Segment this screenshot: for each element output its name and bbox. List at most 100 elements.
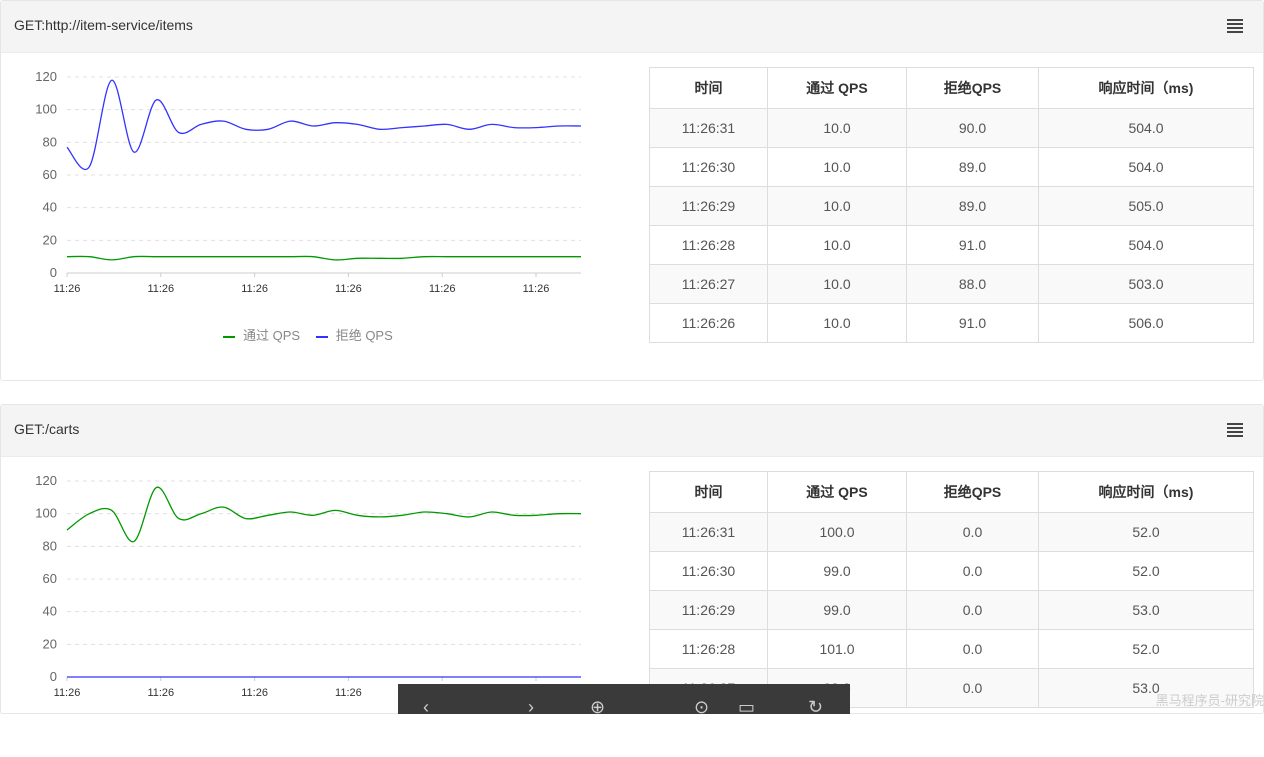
qps-line-chart: 0 20 40 60 80 100 120 11:26 11:26 11:26 11:26 11:26…	[35, 69, 582, 295]
cell-pass-qps: 99.0	[767, 590, 907, 630]
cell-response-time: 503.0	[1038, 264, 1254, 304]
legend-reject-qps[interactable]: 拒绝 QPS	[315, 325, 393, 344]
y-tick-label: 20	[43, 232, 57, 247]
chart-legend: 通过 QPS 拒绝 QPS	[223, 325, 405, 344]
cell-time: 11:26:27	[649, 264, 768, 304]
cell-response-time: 504.0	[1038, 147, 1254, 187]
header-time: 时间	[649, 471, 768, 513]
cell-reject-qps: 0.0	[906, 512, 1039, 552]
table-row: 11:26:29 10.0 89.0 505.0	[649, 186, 1254, 226]
cell-response-time: 52.0	[1038, 551, 1254, 591]
watermark: 黑马程序员-研究院	[1155, 693, 1264, 708]
panel-title: GET:http://item-service/items	[14, 17, 193, 33]
menu-icon[interactable]	[1227, 19, 1243, 33]
cell-pass-qps: 10.0	[767, 225, 907, 265]
y-tick-label: 40	[43, 200, 57, 215]
table-row: 11:26:31 100.0 0.0 52.0	[649, 512, 1254, 552]
cell-response-time: 52.0	[1038, 629, 1254, 669]
panel-title: GET:/carts	[14, 421, 80, 437]
cell-pass-qps: 100.0	[767, 512, 907, 552]
header-pass-qps: 通过 QPS	[767, 471, 907, 513]
x-tick-label: 11:26	[241, 687, 268, 699]
legend-reject-label: 拒绝 QPS	[335, 328, 393, 343]
image-viewer-toolbar: ‹ › ⊕ ⊙ ▭ ↻	[398, 684, 850, 717]
menu-icon[interactable]	[1227, 423, 1243, 437]
y-tick-label: 120	[35, 69, 57, 84]
x-tick-label: 11:26	[241, 283, 268, 295]
header-pass-qps: 通过 QPS	[767, 67, 907, 109]
cell-reject-qps: 89.0	[906, 147, 1039, 187]
y-tick-label: 0	[50, 265, 57, 280]
cell-reject-qps: 0.0	[906, 668, 1039, 708]
x-tick-label: 11:26	[335, 283, 362, 295]
panel-carts: GET:/carts 0 20 40 60 80 100 120 11:26 11:26 11:2…	[0, 404, 1264, 714]
cell-reject-qps: 88.0	[906, 264, 1039, 304]
cell-reject-qps: 0.0	[906, 629, 1039, 669]
header-reject-qps: 拒绝QPS	[906, 67, 1039, 109]
zoom-icon[interactable]: ⊕	[590, 697, 605, 718]
y-tick-label: 100	[35, 102, 57, 117]
cell-pass-qps: 10.0	[767, 108, 907, 148]
x-tick-label: 11:26	[335, 687, 362, 699]
cell-reject-qps: 0.0	[906, 590, 1039, 630]
cell-pass-qps: 99.0	[767, 551, 907, 591]
x-tick-label: 11:26	[54, 687, 81, 699]
header-response-time: 响应时间（ms)	[1038, 471, 1254, 513]
panel-item-service: GET:http://item-service/items 0 20 40 60 80 1…	[0, 0, 1264, 381]
cell-time: 11:26:31	[649, 108, 768, 148]
cell-reject-qps: 91.0	[906, 303, 1039, 343]
rotate-icon[interactable]: ↻	[808, 697, 823, 718]
x-tick-label: 11:26	[147, 687, 174, 699]
y-tick-label: 120	[35, 473, 57, 488]
cell-time: 11:26:29	[649, 186, 768, 226]
cell-reject-qps: 0.0	[906, 551, 1039, 591]
cell-time: 11:26:26	[649, 303, 768, 343]
y-tick-label: 80	[43, 134, 57, 149]
header-reject-qps: 拒绝QPS	[906, 471, 1039, 513]
cell-time: 11:26:29	[649, 590, 768, 630]
next-icon[interactable]: ›	[528, 697, 534, 718]
y-tick-label: 60	[43, 571, 57, 586]
cell-pass-qps: 10.0	[767, 186, 907, 226]
table-row: 11:26:30 99.0 0.0 52.0	[649, 551, 1254, 591]
fullscreen-icon[interactable]: ▭	[738, 697, 755, 718]
table-row: 11:26:29 99.0 0.0 53.0	[649, 590, 1254, 630]
fit-icon[interactable]: ⊙	[694, 697, 709, 718]
table-row: 11:26:31 10.0 90.0 504.0	[649, 108, 1254, 148]
x-tick-label: 11:26	[429, 283, 456, 295]
y-tick-label: 0	[50, 669, 57, 684]
cell-response-time: 504.0	[1038, 108, 1254, 148]
cell-time: 11:26:28	[649, 225, 768, 265]
cell-reject-qps: 91.0	[906, 225, 1039, 265]
legend-pass-qps[interactable]: 通过 QPS	[223, 325, 300, 344]
cell-reject-qps: 90.0	[906, 108, 1039, 148]
header-time: 时间	[649, 67, 768, 109]
panel-header: GET:/carts	[1, 405, 1263, 457]
cell-pass-qps: 10.0	[767, 264, 907, 304]
cell-time: 11:26:30	[649, 551, 768, 591]
cell-pass-qps: 10.0	[767, 147, 907, 187]
y-tick-label: 60	[43, 167, 57, 182]
cell-pass-qps: 10.0	[767, 303, 907, 343]
panel-header: GET:http://item-service/items	[1, 1, 1263, 53]
cell-pass-qps: 101.0	[767, 629, 907, 669]
legend-pass-label: 通过 QPS	[243, 328, 301, 343]
x-tick-label: 11:26	[147, 283, 174, 295]
y-tick-label: 20	[43, 636, 57, 651]
cell-response-time: 53.0	[1038, 590, 1254, 630]
y-tick-label: 40	[43, 604, 57, 619]
reject-qps-line	[66, 79, 582, 170]
pass-qps-line	[66, 255, 581, 261]
x-tick-label: 11:26	[523, 283, 550, 295]
table-row: 11:26:28 101.0 0.0 52.0	[649, 629, 1254, 669]
cell-response-time: 52.0	[1038, 512, 1254, 552]
y-tick-label: 100	[35, 506, 57, 521]
qps-table: 时间 通过 QPS 拒绝QPS 响应时间（ms) 11:26:31 10.0 90.…	[649, 67, 1254, 343]
cell-time: 11:26:31	[649, 512, 768, 552]
table-row: 11:26:26 10.0 91.0 506.0	[649, 303, 1254, 343]
prev-icon[interactable]: ‹	[423, 697, 429, 718]
cell-response-time: 504.0	[1038, 225, 1254, 265]
y-tick-label: 80	[43, 538, 57, 553]
cell-reject-qps: 89.0	[906, 186, 1039, 226]
header-response-time: 响应时间（ms)	[1038, 67, 1254, 109]
